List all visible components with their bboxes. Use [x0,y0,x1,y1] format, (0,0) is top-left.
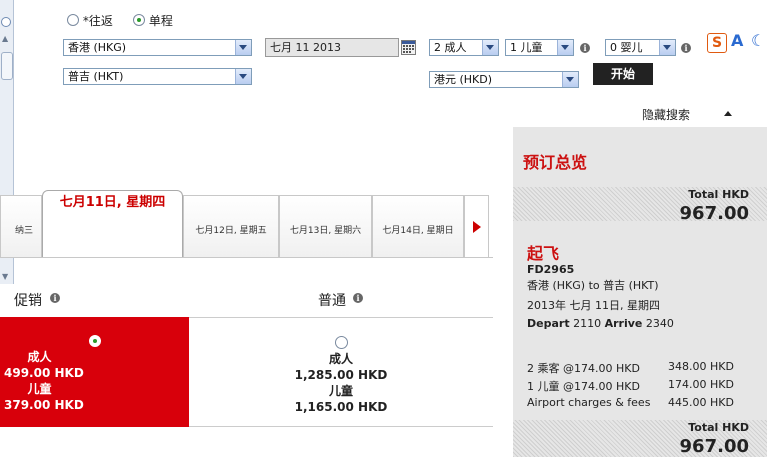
regular-header: 普通 [318,293,346,309]
info-icon[interactable]: i [681,43,691,53]
fare-line-amount: 348.00 HKD [668,360,734,373]
trip-type-oneway[interactable]: 单程 [133,12,173,29]
promo-fare-radio[interactable] [88,335,101,347]
promo-child-price: 379.00 HKD [4,398,84,412]
chevron-down-icon [235,69,251,84]
calendar-icon[interactable] [401,40,416,55]
flight-date: 2013年 七月 11日, 星期四 [527,299,660,312]
one-way-label: 单程 [148,14,173,28]
fare-line-amount: 174.00 HKD [668,378,734,391]
promo-adult-price: 499.00 HKD [4,366,84,380]
sogou-ime-icon[interactable]: S A ☾ [705,31,767,53]
start-search-button[interactable]: 开始 [593,63,653,85]
trip-type-round[interactable]: *往返 [67,12,113,29]
depart-label: Depart [527,317,570,330]
info-icon[interactable]: i [580,43,590,53]
next-arrow-icon [473,221,481,233]
regular-fare-radio[interactable] [334,336,348,349]
flight-route: 香港 (HKG) to 普吉 (HKT) [527,279,659,292]
summary-bottom-total-value: 967.00 [679,436,749,457]
round-trip-label: *往返 [82,14,113,28]
chevron-down-icon [235,40,251,55]
summary-total-value: 967.00 [679,203,749,224]
fare-line-desc: 2 乘客 @174.00 HKD [527,362,640,375]
origin-select[interactable]: 香港 (HKG) [63,39,252,56]
infants-select[interactable]: 0 婴儿 [605,39,676,56]
flight-times: Depart 2110 Arrive 2340 [527,317,674,330]
fare-line-amount: 445.00 HKD [668,396,734,409]
children-value: 1 儿童 [510,41,543,54]
promo-adult-label: 成人 [27,350,52,364]
booking-summary-panel: 预订总览 Total HKD 967.00 起飞 FD2965 香港 (HKG)… [513,127,767,457]
promo-header: 促销 [14,293,42,309]
children-select[interactable]: 1 儿童 [505,39,574,56]
regular-adult-price: 1,285.00 HKD [294,368,388,382]
summary-title: 预订总览 [523,153,588,172]
summary-bottom-total-label: Total HKD [688,421,749,434]
fare-line-desc: 1 儿童 @174.00 HKD [527,380,640,393]
info-icon[interactable]: i [353,293,363,303]
depart-time: 2110 [573,317,602,330]
chevron-down-icon [562,72,578,87]
origin-value: 香港 (HKG) [68,41,127,54]
info-icon[interactable]: i [50,293,60,303]
regular-adult-label: 成人 [328,352,353,366]
next-dates-button[interactable] [464,195,489,257]
summary-total-label: Total HKD [688,188,749,201]
promo-child-label: 儿童 [27,382,52,396]
arrive-time: 2340 [645,317,674,330]
scroll-down-icon[interactable]: ▼ [2,272,8,281]
tab-date-13[interactable]: 七月13日, 星期六 [279,195,372,257]
tab-date-12[interactable]: 七月12日, 星期五 [183,195,279,257]
adults-value: 2 成人 [434,41,467,54]
scrollbar-thumb[interactable] [1,52,13,80]
regular-fare-cell[interactable]: 成人 1,285.00 HKD 儿童 1,165.00 HKD [189,317,493,427]
currency-value: 港元 (HKD) [434,73,493,86]
currency-select[interactable]: 港元 (HKD) [429,71,579,88]
chevron-down-icon [557,40,573,55]
flight-number: FD2965 [527,263,575,276]
destination-value: 普吉 (HKT) [68,70,124,83]
tab-prev-date[interactable]: 纳三 [0,195,42,257]
round-trip-radio[interactable] [67,14,79,26]
arrive-label: Arrive [604,317,643,330]
fare-line-desc: Airport charges & fees [527,396,651,409]
regular-child-price: 1,165.00 HKD [294,400,388,414]
one-way-radio[interactable] [133,14,145,26]
tab-selected-date[interactable]: 七月11日, 星期四 [42,190,183,258]
regular-child-label: 儿童 [328,384,353,398]
infants-value: 0 婴儿 [610,41,643,54]
hide-search-link[interactable]: 隐藏搜索 [642,106,690,123]
chevron-down-icon [482,40,498,55]
tabs-divider [0,257,493,258]
tab-date-14[interactable]: 七月14日, 星期日 [372,195,464,257]
collapse-triangle-icon[interactable] [724,111,732,116]
scroll-dot-icon [1,17,11,27]
adults-select[interactable]: 2 成人 [429,39,499,56]
chevron-down-icon [659,40,675,55]
destination-select[interactable]: 普吉 (HKT) [63,68,252,85]
promo-fare-cell[interactable]: 成人 499.00 HKD 儿童 379.00 HKD [0,317,189,427]
date-field[interactable]: 七月 11 2013 [265,38,399,57]
depart-title: 起飞 [527,244,560,263]
scroll-up-icon[interactable]: ▲ [2,34,8,43]
